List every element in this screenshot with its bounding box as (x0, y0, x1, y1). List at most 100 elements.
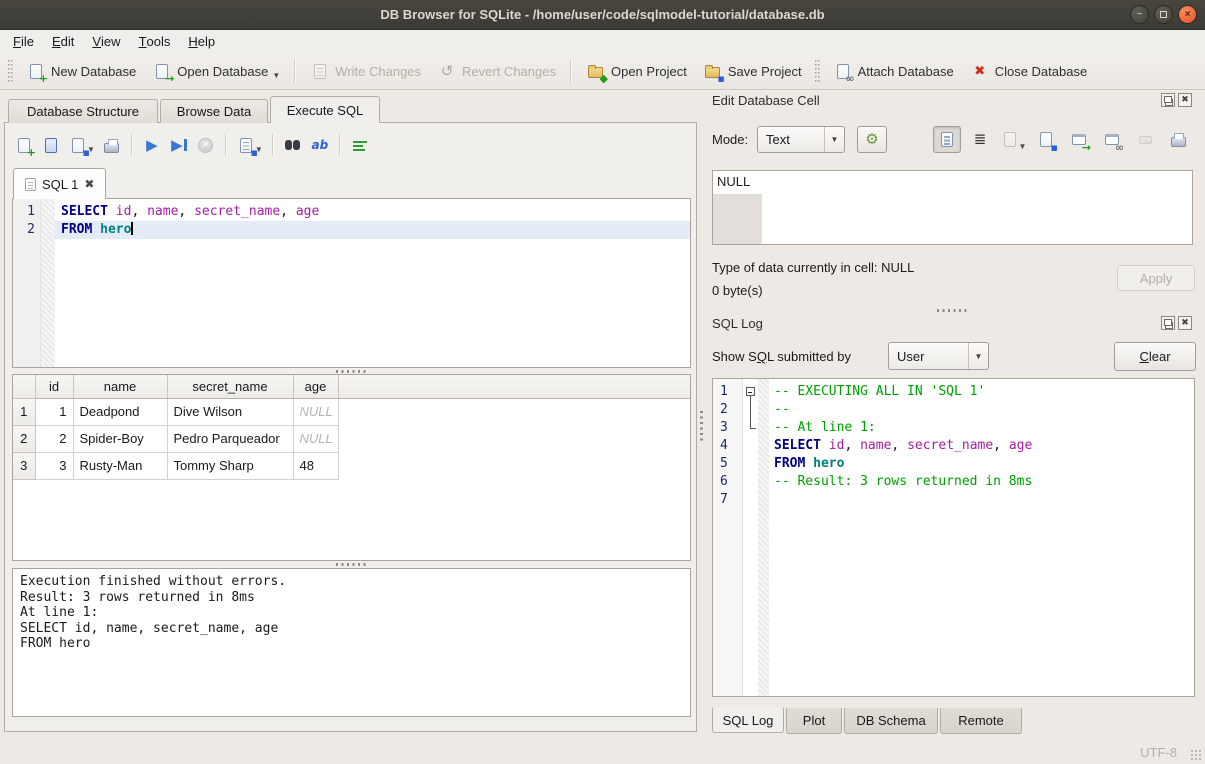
corner-header[interactable] (13, 375, 35, 398)
toolbar-handle[interactable] (814, 60, 821, 82)
print-cell-button[interactable] (1164, 126, 1192, 153)
menu-tools[interactable]: Tools (130, 30, 180, 53)
apply-button[interactable]: Apply (1117, 265, 1195, 291)
cell-secret_name[interactable]: Dive Wilson (167, 398, 293, 425)
panel-splitter[interactable] (697, 122, 706, 732)
menu-edit[interactable]: Edit (43, 30, 83, 53)
bottom-tab-db-schema[interactable]: DB Schema (844, 708, 938, 734)
sql-log-view[interactable]: 1-- EXECUTING ALL IN 'SQL 1'2--3-- At li… (712, 378, 1195, 697)
submitted-by-combobox[interactable]: User ▼ (888, 342, 989, 370)
auto-apply-button[interactable]: ⚙ (857, 126, 887, 153)
execute-all-icon: ▶ (142, 135, 162, 155)
bottom-tab-sql-log[interactable]: SQL Log (712, 707, 784, 733)
float-panel-icon[interactable] (1161, 93, 1175, 107)
export-data-button[interactable]: ▪ (1032, 126, 1060, 153)
tab-label: DB Schema (856, 713, 925, 728)
execute-all-button[interactable]: ▶ (142, 135, 162, 155)
open-in-external-button[interactable]: → (1065, 126, 1093, 153)
close-button[interactable]: × (1178, 5, 1197, 24)
cell-id[interactable]: 3 (35, 452, 73, 479)
line-number: 2 (713, 401, 743, 419)
tab-browse-data[interactable]: Browse Data (160, 99, 268, 123)
dropdown-caret-icon[interactable]: ▼ (272, 71, 280, 81)
close-database-label: Close Database (995, 64, 1088, 79)
close-panel-icon[interactable]: ✖ (1178, 93, 1192, 107)
open-in-external-icon: → (1069, 130, 1089, 150)
toggle-comment-button[interactable] (350, 135, 370, 155)
text-mode-button[interactable] (933, 126, 961, 153)
cell-age[interactable]: 48 (293, 452, 338, 479)
set-as-null-button[interactable] (1131, 126, 1159, 153)
cell-age[interactable]: NULL (293, 425, 338, 452)
revert-changes-button[interactable]: ↺Revert Changes (430, 57, 563, 85)
float-panel-icon[interactable] (1161, 316, 1175, 330)
save-results-button[interactable]: ▪▼ (236, 135, 263, 155)
save-project-label: Save Project (728, 64, 802, 79)
row-header[interactable]: 1 (13, 398, 35, 425)
line-number: 1 (713, 383, 743, 401)
minimize-button[interactable]: − (1130, 5, 1149, 24)
bottom-tab-remote[interactable]: Remote (940, 708, 1022, 734)
row-header[interactable]: 2 (13, 425, 35, 452)
menu-help[interactable]: Help (179, 30, 224, 53)
clear-log-button[interactable]: Clear (1114, 342, 1196, 371)
resize-grip[interactable] (1190, 749, 1202, 761)
cell-name[interactable]: Deadpond (73, 398, 167, 425)
toolbar-handle[interactable] (7, 60, 14, 82)
new-sql-tab-button[interactable]: + (14, 135, 34, 155)
menu-file[interactable]: File (4, 30, 43, 53)
cell-age[interactable]: NULL (293, 398, 338, 425)
mode-combobox[interactable]: Text ▼ (757, 126, 845, 153)
column-header-secret_name[interactable]: secret_name (167, 375, 293, 398)
results-message-splitter[interactable] (336, 563, 368, 566)
stop-execution-button[interactable] (196, 135, 216, 155)
save-project-button[interactable]: ▪ Save Project (696, 57, 809, 85)
bottom-tab-plot[interactable]: Plot (786, 708, 842, 734)
open-database-button[interactable]: →Open Database▼ (145, 57, 287, 85)
cell-secret_name[interactable]: Pedro Parqueador (167, 425, 293, 452)
mode-label: Mode: (712, 132, 748, 147)
fold-marker[interactable] (743, 419, 758, 437)
cell-id[interactable]: 1 (35, 398, 73, 425)
execute-current-line-button[interactable]: ▶ (169, 135, 189, 155)
fold-marker[interactable] (743, 383, 758, 401)
cell-log-splitter[interactable] (937, 309, 969, 312)
find-in-sql-button[interactable] (283, 135, 303, 155)
import-data-button[interactable]: ▼ (999, 126, 1027, 153)
close-database-button[interactable]: ✖Close Database (963, 57, 1095, 85)
cell-name[interactable]: Spider-Boy (73, 425, 167, 452)
cell-name[interactable]: Rusty-Man (73, 452, 167, 479)
maximize-button[interactable] (1154, 5, 1173, 24)
save-project-icon: ▪ (703, 61, 723, 81)
attach-database-button[interactable]: ∞Attach Database (826, 57, 961, 85)
sql-editor[interactable]: 1SELECT id, name, secret_name, age2FROM … (12, 198, 691, 368)
new-database-button[interactable]: +New Database (19, 57, 143, 85)
tab-database-structure[interactable]: Database Structure (8, 99, 158, 123)
row-header[interactable]: 3 (13, 452, 35, 479)
cell-editor[interactable]: NULL (712, 170, 1193, 245)
close-panel-icon[interactable]: ✖ (1178, 316, 1192, 330)
open-project-button[interactable]: ◆Open Project (579, 57, 694, 85)
toolbar-separator (339, 134, 341, 156)
write-changes-button[interactable]: Write Changes (303, 57, 428, 85)
close-tab-icon[interactable]: ✖ (84, 178, 94, 190)
save-sql-file-button[interactable]: ▪▼ (68, 135, 95, 155)
set-as-null-icon (1135, 130, 1155, 150)
format-sql-button[interactable]: ab (310, 135, 330, 155)
cell-secret_name[interactable]: Tommy Sharp (167, 452, 293, 479)
text-mode-icon (937, 130, 957, 150)
menu-view[interactable]: View (83, 30, 129, 53)
column-header-age[interactable]: age (293, 375, 338, 398)
sql-log-filter-label: Show SQL submitted by (712, 349, 851, 364)
open-sql-file-button[interactable] (41, 135, 61, 155)
print-sql-button[interactable] (102, 135, 122, 155)
editor-results-splitter[interactable] (336, 370, 368, 373)
cell-id[interactable]: 2 (35, 425, 73, 452)
word-wrap-button[interactable]: ≣ (966, 126, 994, 153)
column-header-id[interactable]: id (35, 375, 73, 398)
tab-execute-sql[interactable]: Execute SQL (270, 96, 380, 123)
column-header-name[interactable]: name (73, 375, 167, 398)
sql-tab[interactable]: SQL 1 ✖ (13, 168, 106, 199)
copy-link-button[interactable]: ∞ (1098, 126, 1126, 153)
fold-marker[interactable] (743, 401, 758, 419)
